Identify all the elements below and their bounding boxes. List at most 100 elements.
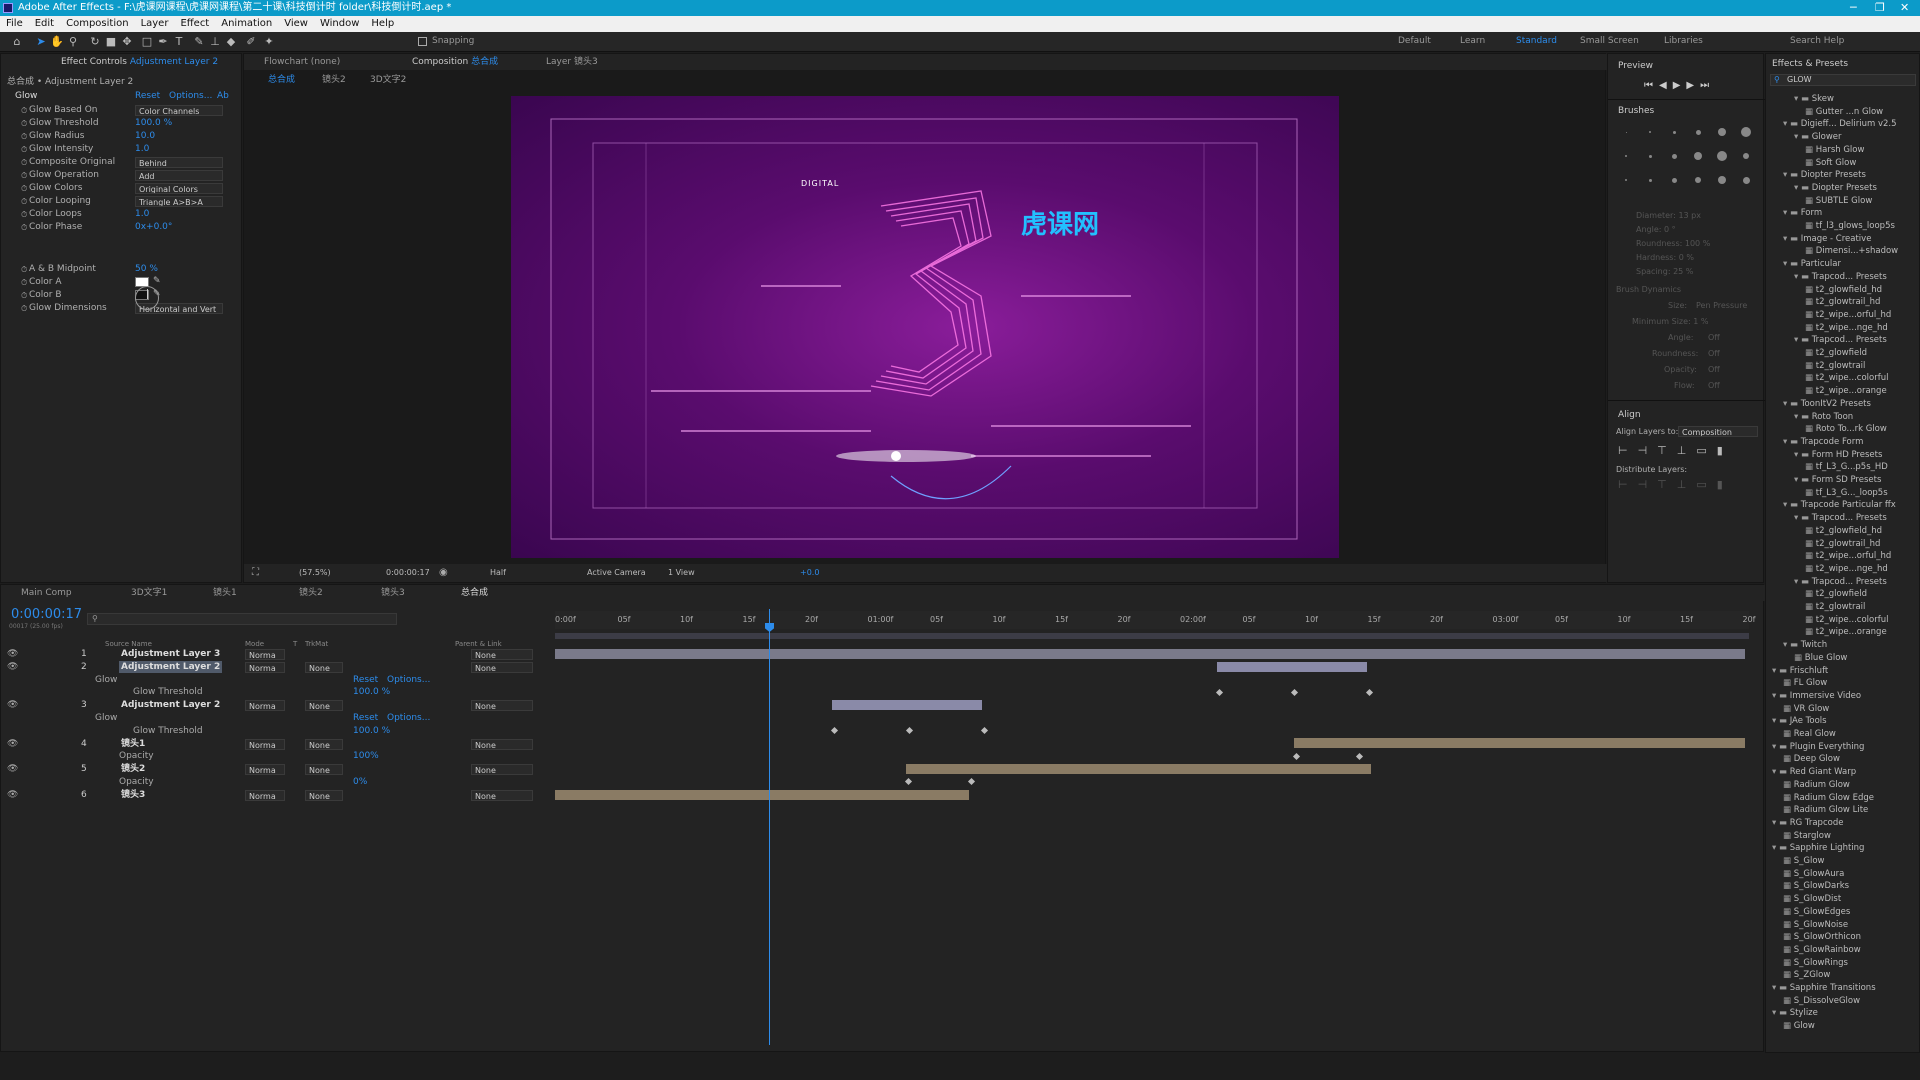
breadcrumb-0[interactable]: 总合成 bbox=[268, 72, 295, 88]
layer-mode-dropdown[interactable]: Norma bbox=[245, 738, 285, 750]
layer-trkmat-dropdown[interactable]: None bbox=[305, 789, 343, 801]
fx-effect[interactable]: ▦ S_GlowRings bbox=[1783, 958, 1848, 968]
rotate-tool-icon[interactable]: ↻ bbox=[88, 35, 102, 49]
fx-effect[interactable]: ▦ t2_wipe...nge_hd bbox=[1805, 323, 1888, 333]
menu-window[interactable]: Window bbox=[314, 16, 365, 32]
tab-effect-controls[interactable]: Effect Controls Adjustment Layer 2 bbox=[61, 54, 218, 70]
menu-file[interactable]: File bbox=[0, 16, 29, 32]
fx-effect[interactable]: ▦ S_GlowDist bbox=[1783, 894, 1841, 904]
color-phase-dial[interactable] bbox=[135, 286, 159, 310]
stopwatch-icon[interactable]: ⏱ bbox=[21, 291, 27, 301]
fx-folder[interactable]: ▾ ▬ Skew bbox=[1794, 94, 1834, 104]
fx-effect[interactable]: ▦ FL Glow bbox=[1783, 678, 1827, 688]
stopwatch-icon[interactable]: ⏱ bbox=[21, 265, 27, 275]
fx-folder[interactable]: ▾ ▬ RG Trapcode bbox=[1772, 818, 1843, 828]
layer-trkmat-dropdown[interactable]: None bbox=[305, 661, 343, 673]
stopwatch-icon[interactable]: ⏱ bbox=[21, 158, 27, 168]
fx-effect[interactable]: ▦ S_Glow bbox=[1783, 856, 1824, 866]
stopwatch-icon[interactable]: ⏱ bbox=[21, 304, 27, 314]
menu-help[interactable]: Help bbox=[365, 16, 400, 32]
fx-effect[interactable]: ▦ Roto To...rk Glow bbox=[1805, 424, 1887, 434]
brush-tip[interactable] bbox=[1694, 152, 1702, 160]
brush-size-value[interactable]: Pen Pressure bbox=[1696, 300, 1747, 312]
tab-composition[interactable]: Composition 总合成 bbox=[412, 54, 498, 70]
camera-dropdown[interactable]: Active Camera bbox=[587, 568, 646, 577]
fx-effect[interactable]: ▦ tf_l3_glows_loop5s bbox=[1805, 221, 1895, 231]
fx-effect[interactable]: ▦ t2_wipe...colorful bbox=[1805, 615, 1888, 625]
layer-mode-dropdown[interactable]: Norma bbox=[245, 700, 285, 712]
eraser-tool-icon[interactable]: ◆ bbox=[224, 35, 238, 49]
ec-prop-value[interactable]: 10.0 bbox=[135, 130, 155, 142]
effect-glow-name[interactable]: Glow bbox=[15, 90, 37, 102]
fx-folder[interactable]: ▾ ▬ Plugin Everything bbox=[1772, 742, 1864, 752]
fx-effect[interactable]: ▦ Radium Glow Edge bbox=[1783, 793, 1874, 803]
layer-name[interactable]: Adjustment Layer 2 bbox=[119, 660, 223, 673]
fx-effect[interactable]: ▦ t2_glowtrail bbox=[1805, 602, 1865, 612]
layer-trkmat-dropdown[interactable]: None bbox=[305, 764, 343, 776]
fx-effect[interactable]: ▦ Dimensi...+shadow bbox=[1805, 246, 1898, 256]
keyframe[interactable] bbox=[1290, 688, 1299, 697]
fx-effect[interactable]: ▦ t2_wipe...orful_hd bbox=[1805, 310, 1891, 320]
fx-effect[interactable]: ▦ Radium Glow Lite bbox=[1783, 805, 1868, 815]
fx-effect[interactable]: ▦ S_GlowRainbow bbox=[1783, 945, 1861, 955]
align-target-dropdown[interactable]: Composition bbox=[1678, 426, 1758, 437]
fx-effect[interactable]: ▦ VR Glow bbox=[1783, 704, 1829, 714]
breadcrumb-2[interactable]: 3D文字2 bbox=[370, 72, 406, 88]
fx-effect[interactable]: ▦ S_GlowAura bbox=[1783, 869, 1844, 879]
fx-folder[interactable]: ▾ ▬ Image - Creative bbox=[1783, 234, 1871, 244]
hand-tool-icon[interactable]: ✋ bbox=[50, 35, 64, 49]
layer-mode-dropdown[interactable]: Norma bbox=[245, 764, 285, 776]
fx-effect[interactable]: ▦ t2_glowtrail_hd bbox=[1805, 539, 1880, 549]
layer-mode-dropdown[interactable]: Norma bbox=[245, 661, 285, 673]
breadcrumb-1[interactable]: 镜头2 bbox=[322, 72, 346, 88]
fx-effect[interactable]: ▦ t2_glowtrail bbox=[1805, 361, 1865, 371]
layer-name[interactable]: Adjustment Layer 3 bbox=[119, 648, 222, 660]
timeline-options-link[interactable]: Options... bbox=[387, 712, 430, 724]
layer-name[interactable]: Adjustment Layer 2 bbox=[119, 699, 222, 711]
fx-effect[interactable]: ▦ S_GlowNoise bbox=[1783, 920, 1848, 930]
current-time-indicator[interactable] bbox=[769, 609, 770, 1045]
keyframe[interactable] bbox=[1355, 752, 1364, 761]
fx-effect[interactable]: ▦ Starglow bbox=[1783, 831, 1831, 841]
fx-effect[interactable]: ▦ Harsh Glow bbox=[1805, 145, 1864, 155]
fx-folder[interactable]: ▾ ▬ JAe Tools bbox=[1772, 716, 1827, 726]
fx-folder[interactable]: ▾ ▬ Digieff... Delirium v2.5 bbox=[1783, 119, 1897, 129]
brush-tip[interactable] bbox=[1742, 176, 1750, 184]
selection-tool-icon[interactable]: ➤ bbox=[34, 35, 48, 49]
fx-folder[interactable]: ▾ ▬ Form bbox=[1783, 208, 1822, 218]
timeline-tab[interactable]: 镜头3 bbox=[381, 585, 405, 601]
fx-folder[interactable]: ▾ ▬ ToonItV2 Presets bbox=[1783, 399, 1871, 409]
glow-threshold-value[interactable]: 100.0 % bbox=[353, 725, 390, 737]
layer-bar[interactable] bbox=[1294, 738, 1745, 748]
composition-canvas[interactable]: DIGITAL 虎课网 bbox=[511, 96, 1339, 558]
time-ruler[interactable]: 0:00f 05f 10f 15f 20f 01:00f 05f 10f 15f 20f 02:00… bbox=[555, 611, 1756, 629]
brush-opacity-value[interactable]: Off bbox=[1708, 364, 1720, 376]
fx-folder[interactable]: ▾ ▬ Diopter Presets bbox=[1794, 183, 1877, 193]
timeline-tab[interactable]: 总合成 bbox=[461, 585, 488, 601]
layer-bar[interactable] bbox=[1217, 662, 1367, 672]
visibility-eye-icon[interactable]: 👁 bbox=[7, 789, 18, 801]
menu-layer[interactable]: Layer bbox=[135, 16, 175, 32]
fx-effect[interactable]: ▦ t2_glowfield bbox=[1805, 589, 1867, 599]
layer-name[interactable]: 镜头1 bbox=[119, 738, 147, 750]
brush-dyn-roundness-value[interactable]: Off bbox=[1708, 348, 1720, 360]
zoom-tool-icon[interactable]: ⚲ bbox=[66, 35, 80, 49]
workspace-learn[interactable]: Learn bbox=[1460, 36, 1485, 46]
fx-effect[interactable]: ▦ Glow bbox=[1783, 1021, 1815, 1031]
fx-effect[interactable]: ▦ S_GlowEdges bbox=[1783, 907, 1850, 917]
stopwatch-icon[interactable]: ⏱ bbox=[21, 119, 27, 129]
views-dropdown[interactable]: 1 View bbox=[668, 568, 695, 577]
tab-flowchart[interactable]: Flowchart (none) bbox=[264, 54, 340, 70]
camera-tool-icon[interactable]: ■ bbox=[104, 35, 118, 49]
fx-folder[interactable]: ▾ ▬ Trapcod... Presets bbox=[1794, 577, 1887, 587]
magnification-icon[interactable]: ⛶ bbox=[252, 567, 259, 578]
stopwatch-icon[interactable]: ⏱ bbox=[21, 171, 27, 181]
brush-tip[interactable] bbox=[1717, 151, 1727, 161]
visibility-eye-icon[interactable]: 👁 bbox=[7, 661, 18, 673]
fx-effect[interactable]: ▦ Soft Glow bbox=[1805, 158, 1856, 168]
fx-effect[interactable]: ▦ Real Glow bbox=[1783, 729, 1836, 739]
fx-folder[interactable]: ▾ ▬ Trapcod... Presets bbox=[1794, 335, 1887, 345]
type-tool-icon[interactable]: T bbox=[172, 35, 186, 49]
fx-folder[interactable]: ▾ ▬ Trapcod... Presets bbox=[1794, 272, 1887, 282]
stopwatch-icon[interactable]: ⏱ bbox=[21, 145, 27, 155]
